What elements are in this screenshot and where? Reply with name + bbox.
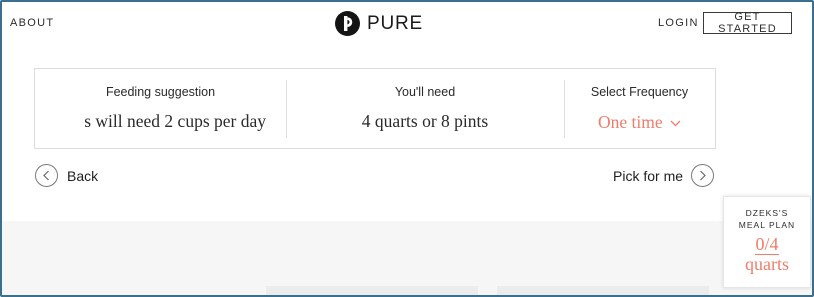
summary-card: Feeding suggestion s will need 2 cups pe… [34, 68, 716, 149]
frequency-label: Select Frequency [590, 85, 689, 99]
nav-about-link[interactable]: ABOUT [10, 17, 54, 29]
pure-logo-icon [335, 11, 360, 36]
quantity-needed-column: You'll need 4 quarts or 8 pints [286, 69, 564, 148]
product-card[interactable] [497, 286, 709, 295]
chevron-right-circle-icon [691, 164, 715, 187]
chevron-down-icon [670, 111, 681, 132]
quantity-needed-value: 4 quarts or 8 pints [361, 111, 489, 131]
chevron-left-circle-icon [35, 164, 58, 187]
feeding-suggestion-value: s will need 2 cups per day [84, 111, 266, 131]
back-label: Back [67, 167, 99, 184]
feeding-suggestion-label: Feeding suggestion [105, 85, 216, 99]
pick-for-me-label: Pick for me [613, 167, 684, 184]
frequency-selected-value: One time [597, 112, 663, 132]
get-started-button[interactable]: GET STARTED [703, 11, 792, 35]
meal-plan-count-value: 0/4 [755, 234, 779, 255]
meal-plan-count: 0/4 [724, 234, 810, 255]
product-card[interactable] [266, 286, 478, 295]
nav-login-link[interactable]: LOGIN [658, 17, 699, 29]
frequency-dropdown[interactable]: One time [564, 111, 715, 133]
quantity-needed-label: You'll need [394, 85, 456, 99]
meal-plan-widget[interactable]: DZEKS'S MEAL PLAN 0/4 quarts [723, 196, 811, 288]
feeding-suggestion-column: Feeding suggestion s will need 2 cups pe… [35, 69, 286, 148]
frequency-column: Select Frequency One time [564, 69, 715, 148]
brand-name: PURE [367, 12, 423, 34]
meal-plan-unit: quarts [745, 254, 789, 274]
meal-plan-label: MEAL PLAN [738, 220, 796, 230]
meal-plan-owner: DZEKS'S [745, 208, 789, 218]
brand[interactable]: PURE [335, 11, 423, 36]
app-frame: ABOUT PURE LOGIN GET STARTED Feeding sug… [0, 0, 814, 297]
meal-plan-title: DZEKS'S MEAL PLAN [724, 207, 810, 231]
pick-for-me-button[interactable]: Pick for me [613, 164, 715, 187]
back-button[interactable]: Back [35, 164, 98, 187]
